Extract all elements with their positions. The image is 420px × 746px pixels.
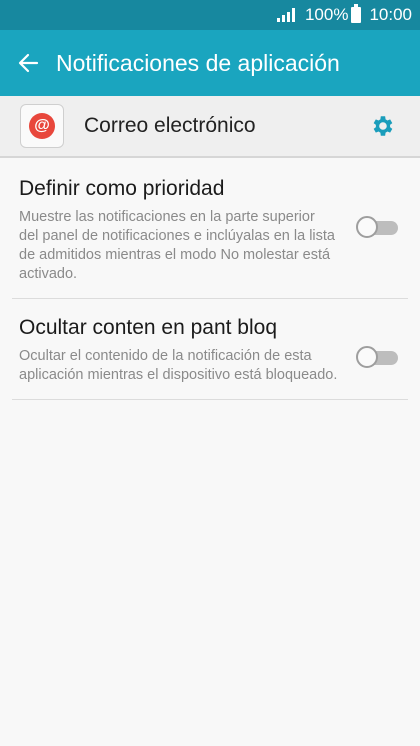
clock: 10:00	[369, 5, 412, 24]
setting-row-hide-content[interactable]: Ocultar conten en pant bloq Ocultar el c…	[12, 299, 408, 400]
app-bar: Notificaciones de aplicación	[0, 30, 420, 96]
gear-icon	[373, 116, 393, 136]
app-name: Correo electrónico	[84, 114, 256, 137]
battery-icon	[351, 4, 362, 23]
app-header: @ Correo electrónico	[0, 96, 420, 158]
hide-content-toggle[interactable]	[356, 346, 398, 368]
priority-toggle[interactable]	[356, 216, 398, 238]
back-button[interactable]	[0, 30, 56, 96]
setting-title: Definir como prioridad	[19, 177, 225, 200]
setting-row-priority[interactable]: Definir como prioridad Muestre las notif…	[12, 160, 408, 299]
setting-title: Ocultar conten en pant bloq	[19, 316, 278, 339]
battery-percentage: 100%	[304, 5, 349, 24]
page-title: Notificaciones de aplicación	[56, 49, 340, 76]
arrow-left-icon	[18, 53, 39, 73]
signal-icon	[275, 8, 295, 22]
settings-button[interactable]	[362, 106, 402, 146]
setting-description: Ocultar el contenido de la notificación …	[19, 348, 338, 383]
setting-description: Muestre las notificaciones en la parte s…	[19, 209, 335, 282]
status-bar: 100% 10:00	[0, 0, 420, 30]
email-app-icon: @	[20, 104, 64, 148]
settings-list: Definir como prioridad Muestre las notif…	[0, 160, 420, 400]
